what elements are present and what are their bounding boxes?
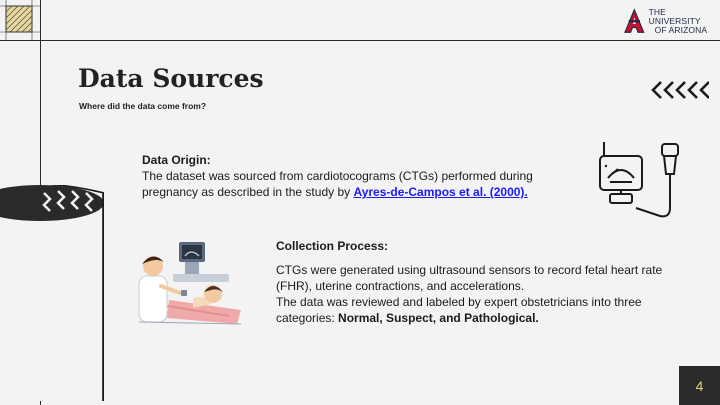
ultrasound-monitor-icon: [599, 142, 679, 218]
categories-text: Normal, Suspect, and Pathological.: [338, 311, 539, 325]
slide-title: Data Sources: [78, 64, 264, 93]
slide-subtitle: Where did the data come from?: [79, 101, 207, 111]
top-divider: [0, 40, 720, 41]
data-origin-block: Data Origin: The dataset was sourced fro…: [142, 152, 582, 200]
collection-paragraph-1: CTGs were generated using ultrasound sen…: [276, 263, 663, 293]
doctor-patient-illustration: [138, 242, 242, 325]
collection-process-heading: Collection Process:: [276, 239, 389, 253]
logo-line-1: THE UNIVERSITY: [648, 6, 701, 26]
pattern-tile: [0, 0, 40, 40]
drum-decoration: [0, 185, 104, 401]
university-logo: THE UNIVERSITY OF ARIZONA: [624, 6, 716, 35]
data-origin-heading: Data Origin:: [142, 153, 211, 167]
collection-paragraph-2: The data was reviewed and labeled by exp…: [276, 294, 696, 326]
page-number-box: 4: [679, 366, 720, 405]
collection-process-block: Collection Process: CTGs were generated …: [276, 238, 696, 326]
data-origin-text: The dataset was sourced from cardiotocog…: [142, 168, 582, 200]
logo-line-2: OF ARIZONA: [654, 24, 708, 35]
page-number: 4: [695, 377, 704, 394]
chevron-left-icon: [651, 81, 709, 99]
logo-text: THE UNIVERSITY OF ARIZONA: [648, 6, 716, 35]
arizona-a-icon: [624, 8, 645, 33]
citation-link[interactable]: Ayres-de-Campos et al. (2000).: [353, 185, 527, 199]
